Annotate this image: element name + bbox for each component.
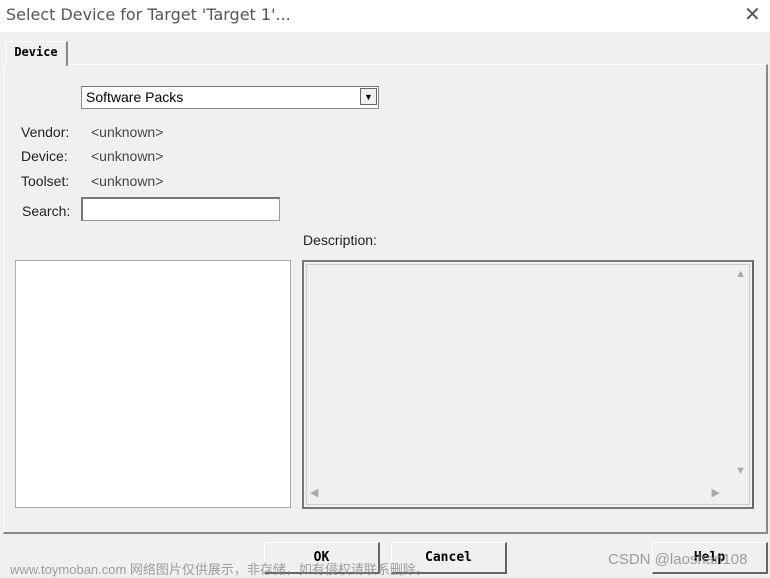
scroll-right-icon[interactable]: ▶ [712,486,720,499]
vendor-value: <unknown> [91,124,164,140]
close-icon[interactable]: ✕ [744,2,761,27]
watermark-right: CSDN @laoshan108 [608,551,748,568]
description-box[interactable]: ▲ ▼ ◀ ▶ [302,260,754,509]
chevron-down-icon[interactable]: ▼ [360,88,377,105]
device-tree-list[interactable] [15,260,291,508]
window-title: Select Device for Target 'Target 1'... [6,5,291,24]
search-input[interactable] [81,197,280,221]
device-value: <unknown> [91,148,164,164]
watermark-left: www.toymoban.com 网络图片仅供展示，非存储，如有侵权请联系删除。 [10,562,429,577]
scroll-up-icon[interactable]: ▲ [735,268,746,280]
search-label: Search: [22,203,71,219]
vendor-label: Vendor: [21,124,70,140]
description-label: Description: [303,232,377,248]
source-dropdown[interactable]: Software Packs ▼ [81,86,379,109]
dropdown-value: Software Packs [86,89,184,105]
tab-device[interactable]: Device [5,41,68,66]
description-text [306,264,750,505]
toolset-label: Toolset: [21,173,70,189]
scroll-down-icon[interactable]: ▼ [735,465,746,477]
title-bar: Select Device for Target 'Target 1'... ✕ [0,0,770,32]
toolset-value: <unknown> [91,173,164,189]
device-label: Device: [21,148,68,164]
scroll-left-icon[interactable]: ◀ [310,486,318,499]
